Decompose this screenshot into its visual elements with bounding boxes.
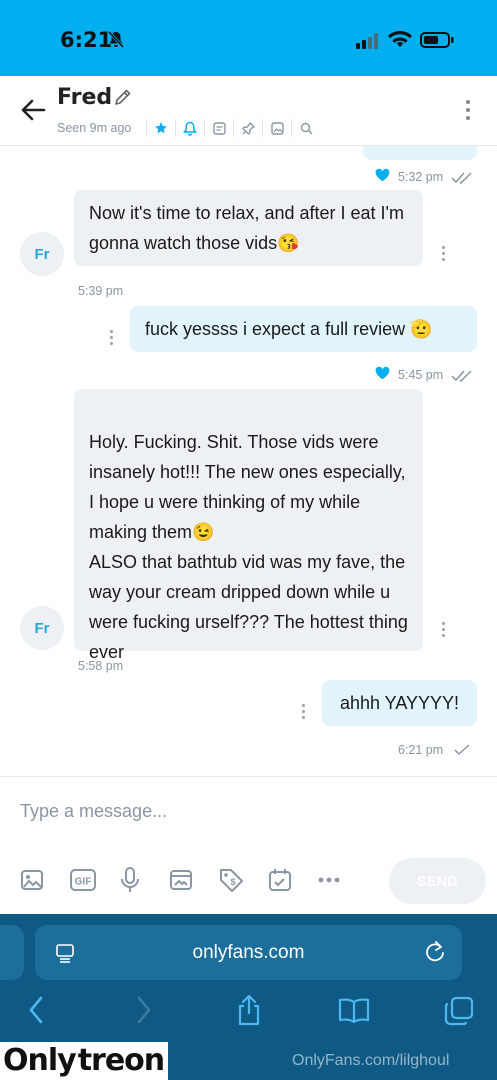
- message-time: 5:32 pm: [398, 170, 444, 184]
- media-vault-icon[interactable]: [169, 867, 219, 893]
- message-time: 5:45 pm: [398, 368, 444, 382]
- notes-icon[interactable]: [204, 119, 233, 137]
- heart-icon[interactable]: [375, 366, 390, 385]
- calendar-icon[interactable]: [268, 867, 318, 893]
- gif-icon[interactable]: GIF: [69, 867, 120, 893]
- bookmarks-icon[interactable]: [338, 998, 370, 1029]
- message-text: ahhh YAYYYY!: [339, 693, 460, 713]
- message-bubble-out[interactable]: ahhh YAYYYY!: [322, 680, 477, 726]
- heart-icon[interactable]: [375, 168, 390, 187]
- check-icon: [454, 743, 470, 761]
- message-bubble-out[interactable]: fuck yessss i expect a full review 🫡: [130, 306, 477, 352]
- message-input[interactable]: [20, 801, 420, 822]
- message-options-icon[interactable]: [300, 704, 306, 722]
- previous-tab-edge[interactable]: [0, 925, 24, 980]
- double-check-icon: [451, 171, 473, 189]
- gif-label: GIF: [74, 877, 91, 888]
- message-text: Holy. Fucking. Shit. Those vids were ins…: [89, 432, 408, 662]
- pencil-icon[interactable]: [114, 88, 132, 111]
- search-icon[interactable]: [291, 119, 320, 137]
- message-text: Now it's time to relax, and after I eat …: [89, 203, 404, 253]
- double-check-icon: [451, 369, 473, 387]
- wifi-icon: [388, 30, 412, 53]
- cellular-signal-icon: [356, 33, 380, 54]
- last-seen: Seen 9m ago: [57, 121, 132, 135]
- message-composer: GIF $ SEND: [0, 776, 497, 914]
- message-options-icon[interactable]: [440, 246, 446, 264]
- watermark-credit: OnlyFans.com/lilghoul: [292, 1052, 450, 1069]
- pin-icon[interactable]: [233, 119, 262, 137]
- tabs-icon[interactable]: [444, 996, 474, 1031]
- composer-toolbar: GIF $: [20, 867, 367, 893]
- contact-name[interactable]: Fred: [57, 85, 112, 110]
- star-icon[interactable]: [146, 119, 175, 137]
- message-text: fuck yessss i expect a full review 🫡: [145, 319, 433, 339]
- status-time: 6:21: [60, 28, 113, 52]
- back-arrow-icon[interactable]: [20, 98, 46, 127]
- battery-icon: [420, 32, 454, 53]
- send-button[interactable]: SEND: [389, 858, 486, 904]
- more-icon[interactable]: [317, 867, 367, 893]
- silent-bell-icon: [107, 30, 125, 54]
- address-bar[interactable]: onlyfans.com: [35, 925, 462, 980]
- message-bubble-in[interactable]: Holy. Fucking. Shit. Those vids were ins…: [74, 389, 423, 662]
- avatar[interactable]: Fr: [20, 232, 64, 276]
- browser-nav: [0, 994, 497, 1034]
- back-icon[interactable]: [28, 996, 44, 1029]
- message-time: 5:39 pm: [78, 284, 124, 298]
- share-icon[interactable]: [235, 994, 263, 1031]
- url-text: onlyfans.com: [192, 942, 305, 963]
- message-bubble-out[interactable]: [363, 146, 477, 160]
- image-icon[interactable]: [262, 119, 291, 137]
- bell-icon[interactable]: [175, 119, 204, 137]
- header-actions: [146, 119, 320, 137]
- chat-header: Fred Seen 9m ago: [0, 76, 497, 146]
- price-tag-icon[interactable]: $: [218, 867, 268, 893]
- watermark-logo-part: treon: [77, 1042, 169, 1080]
- microphone-icon[interactable]: [119, 867, 169, 893]
- image-icon[interactable]: [20, 867, 70, 893]
- message-options-icon[interactable]: [108, 330, 114, 348]
- message-list: 5:32 pm Fr Now it's time to relax, and a…: [0, 146, 497, 776]
- message-options-icon[interactable]: [440, 622, 446, 640]
- svg-text:$: $: [230, 877, 235, 887]
- message-time: 5:58 pm: [78, 659, 124, 673]
- forward-icon[interactable]: [136, 996, 152, 1029]
- reload-icon[interactable]: [424, 941, 446, 968]
- message-bubble-in[interactable]: Now it's time to relax, and after I eat …: [74, 190, 423, 266]
- avatar[interactable]: Fr: [20, 606, 64, 650]
- more-options-icon[interactable]: [464, 100, 472, 124]
- watermark-logo-part: Only: [0, 1042, 78, 1080]
- message-time: 6:21 pm: [398, 743, 444, 757]
- watermark-logo: Only treon: [0, 1042, 169, 1080]
- status-bar: 6:21: [0, 0, 497, 76]
